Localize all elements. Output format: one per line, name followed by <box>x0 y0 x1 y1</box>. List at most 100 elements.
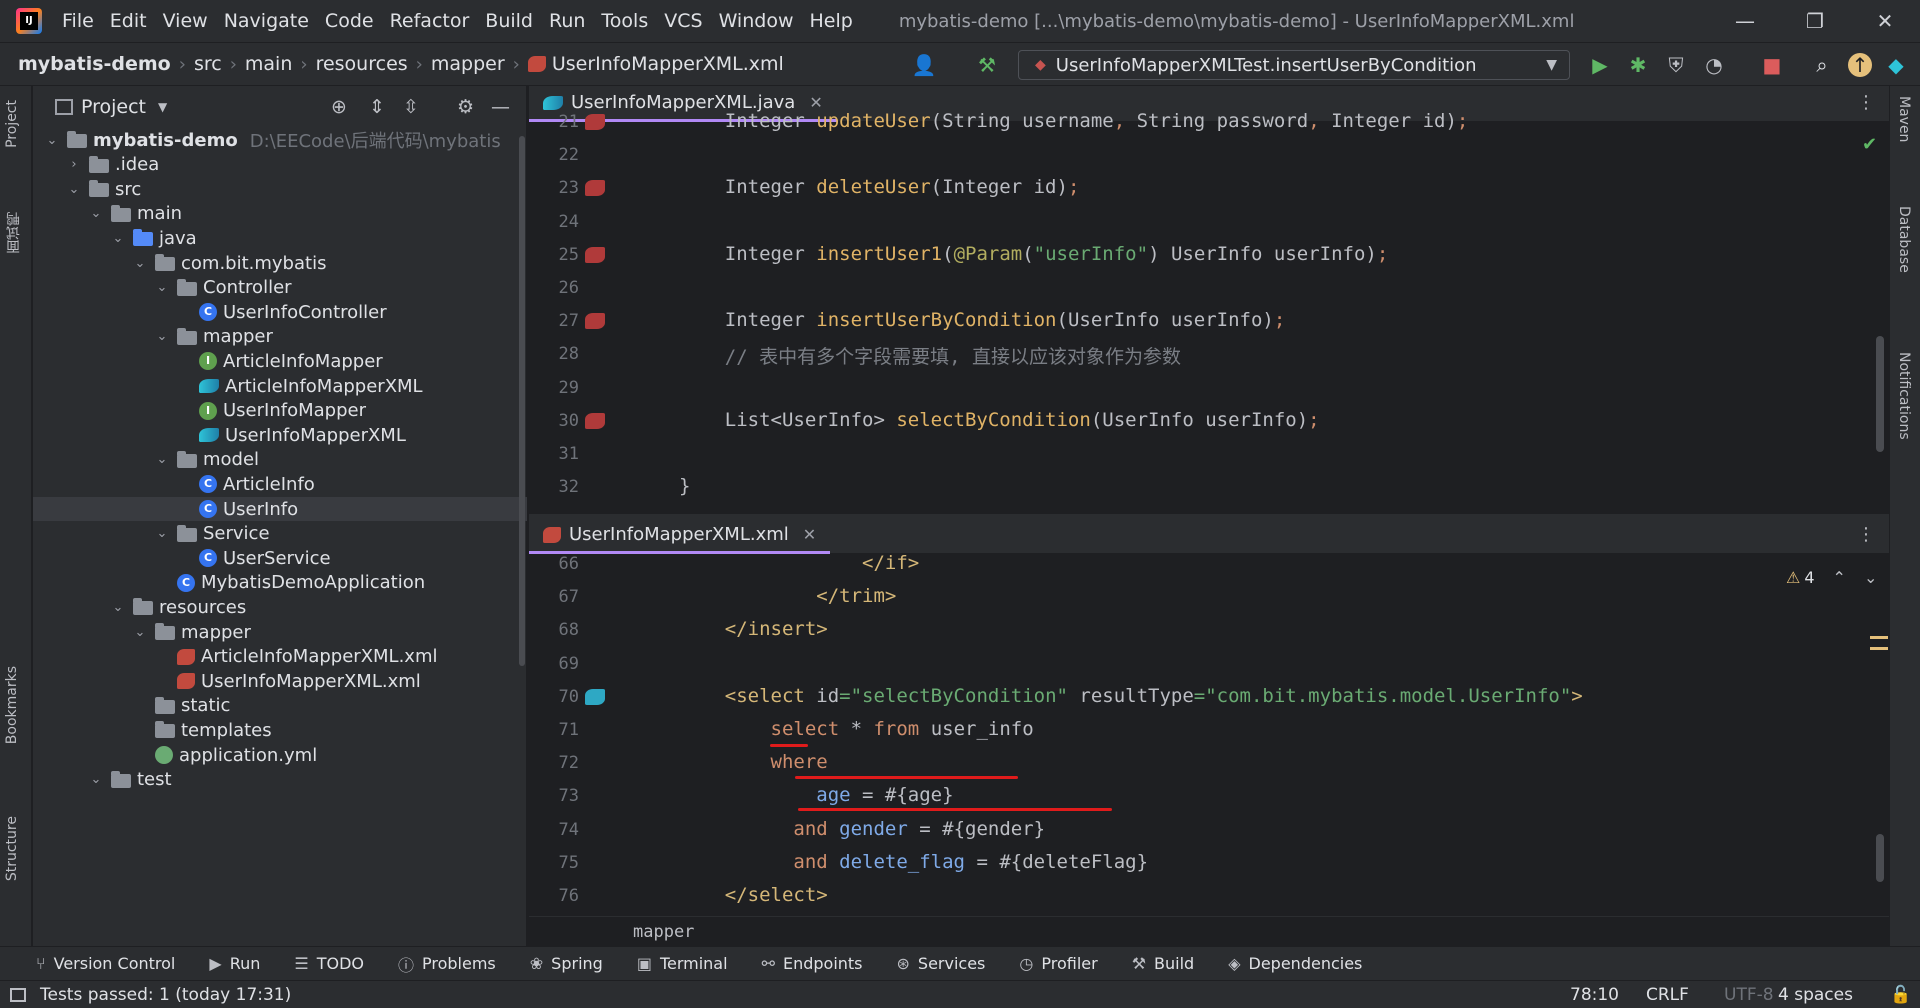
chevron-down-icon[interactable]: ⌄ <box>153 526 171 541</box>
chevron-up-icon[interactable]: ⌃ <box>1833 568 1846 587</box>
tree-node[interactable]: C UserInfo <box>33 497 527 521</box>
chevron-down-icon[interactable]: ⌄ <box>131 625 149 640</box>
chevron-down-icon[interactable]: ⌄ <box>43 133 61 148</box>
breadcrumb-item[interactable]: src <box>194 53 222 75</box>
menu-edit[interactable]: Edit <box>108 8 149 34</box>
breadcrumb-item[interactable]: resources <box>316 53 408 75</box>
line-separator[interactable]: CRLF <box>1646 985 1689 1005</box>
tree-node[interactable]: C UserInfoController <box>33 300 527 324</box>
hide-icon[interactable]: — <box>491 96 510 118</box>
tree-node[interactable]: ⌄ mapper <box>33 620 527 644</box>
bookmarks-tool-button[interactable]: Bookmarks <box>4 666 20 744</box>
chevron-down-icon[interactable]: ⌄ <box>153 280 171 295</box>
indent-setting[interactable]: 4 spaces <box>1778 985 1853 1005</box>
more-options-icon[interactable]: ⋮ <box>1857 524 1875 545</box>
tool-version-control[interactable]: ⑂ Version Control <box>36 954 175 973</box>
status-window-icon[interactable] <box>10 987 26 1002</box>
menu-build[interactable]: Build <box>483 8 535 34</box>
chevron-down-icon[interactable]: ⌄ <box>87 206 105 221</box>
locate-icon[interactable]: ⊕ <box>331 96 347 118</box>
chevron-down-icon[interactable]: ⌄ <box>109 231 127 246</box>
menu-code[interactable]: Code <box>323 8 376 34</box>
breadcrumb-item[interactable]: UserInfoMapperXML.xml <box>552 53 784 75</box>
user-icon[interactable]: 👤 <box>912 53 937 77</box>
tree-node[interactable]: UserInfoMapperXML <box>33 423 527 447</box>
mybatis-navigate-icon[interactable] <box>585 246 605 263</box>
build-hammer-icon[interactable]: ⚒ <box>975 53 999 77</box>
chevron-down-icon[interactable]: ⌄ <box>109 600 127 615</box>
chevron-down-icon[interactable]: ⌄ <box>1864 568 1877 587</box>
tool-services[interactable]: ⊛ Services <box>897 954 986 973</box>
stop-icon[interactable]: ■ <box>1760 53 1784 77</box>
menu-refactor[interactable]: Refactor <box>388 8 472 34</box>
top-editor-code[interactable]: Integer updateUser(String username, Stri… <box>649 110 1879 514</box>
chevron-down-icon[interactable]: ⌄ <box>153 452 171 467</box>
mybatis-navigate-icon[interactable] <box>585 688 605 705</box>
update-icon[interactable]: ↑ <box>1848 53 1872 77</box>
database-tool-button[interactable]: Database <box>1896 206 1912 273</box>
cn-tool-button[interactable]: 面试鸭 <box>4 212 24 254</box>
project-scrollbar[interactable] <box>519 136 525 666</box>
collapse-all-icon[interactable]: ⇳ <box>403 96 419 118</box>
breadcrumb-item[interactable]: mybatis-demo <box>18 53 171 75</box>
jetbrains-ai-icon[interactable]: ◆ <box>1884 53 1908 77</box>
tree-node[interactable]: ⌄ resources <box>33 595 527 619</box>
tool-spring[interactable]: ❀ Spring <box>530 954 603 973</box>
menu-help[interactable]: Help <box>807 8 854 34</box>
tool-endpoints[interactable]: ⚯ Endpoints <box>762 954 863 973</box>
breadcrumb-item[interactable]: mapper <box>431 53 505 75</box>
profile-icon[interactable]: ◔ <box>1702 53 1726 77</box>
tree-node[interactable]: templates <box>33 718 527 742</box>
tool-dependencies[interactable]: ◈ Dependencies <box>1228 954 1362 973</box>
tool-todo[interactable]: ☰ TODO <box>294 954 364 973</box>
tree-node[interactable]: ArticleInfoMapperXML <box>33 374 527 398</box>
debug-icon[interactable]: ✱ <box>1626 53 1650 77</box>
tree-node[interactable]: application.yml <box>33 743 527 767</box>
tree-node[interactable]: ⌄ Controller <box>33 276 527 300</box>
tool-run[interactable]: ▶ Run <box>209 954 260 973</box>
bottom-editor-code[interactable]: </if> </trim> </insert> <select id="sele… <box>649 552 1879 916</box>
menu-run[interactable]: Run <box>547 8 587 34</box>
tree-node[interactable]: ⌄ Service <box>33 522 527 546</box>
tab-userinfomapperxml-xml[interactable]: UserInfoMapperXML.xml ✕ <box>529 518 831 554</box>
caret-position[interactable]: 78:10 <box>1570 985 1619 1005</box>
tree-node[interactable]: C ArticleInfo <box>33 472 527 496</box>
menu-view[interactable]: View <box>161 8 210 34</box>
menu-navigate[interactable]: Navigate <box>222 8 311 34</box>
chevron-down-icon[interactable]: ⌄ <box>131 256 149 271</box>
notifications-tool-button[interactable]: Notifications <box>1896 352 1912 440</box>
tree-node[interactable]: ⌄ src <box>33 177 527 201</box>
tool-problems[interactable]: ⓘ Problems <box>398 952 496 976</box>
warning-stripe-icon[interactable] <box>1870 636 1888 650</box>
tree-node[interactable]: I UserInfoMapper <box>33 399 527 423</box>
xml-breadcrumb[interactable]: mapper <box>529 916 1889 946</box>
menu-window[interactable]: Window <box>717 8 796 34</box>
tree-node[interactable]: ⌄ test <box>33 768 527 792</box>
search-icon[interactable]: ⌕ <box>1810 53 1834 77</box>
close-tab-icon[interactable]: ✕ <box>803 525 816 544</box>
status-message[interactable]: Tests passed: 1 (today 17:31) <box>40 985 291 1005</box>
structure-tool-button[interactable]: Structure <box>4 816 20 881</box>
tree-node[interactable]: C UserService <box>33 546 527 570</box>
tree-node[interactable]: ArticleInfoMapperXML.xml <box>33 645 527 669</box>
run-icon[interactable]: ▶ <box>1588 53 1612 77</box>
expand-all-icon[interactable]: ⇕ <box>369 96 385 118</box>
tree-node[interactable]: C MybatisDemoApplication <box>33 571 527 595</box>
menu-vcs[interactable]: VCS <box>662 8 704 34</box>
file-encoding[interactable]: UTF-8 <box>1724 985 1774 1005</box>
mybatis-navigate-icon[interactable] <box>585 180 605 197</box>
tree-node[interactable]: static <box>33 694 527 718</box>
tool-terminal[interactable]: ▣ Terminal <box>637 954 728 973</box>
gear-icon[interactable]: ⚙ <box>457 96 474 118</box>
tree-node[interactable]: ⌄ java <box>33 226 527 250</box>
minimize-icon[interactable]: — <box>1710 0 1780 42</box>
xml-breadcrumb-item[interactable]: mapper <box>633 922 694 942</box>
project-tool-button[interactable]: Project <box>4 100 20 148</box>
tree-node[interactable]: ⌄ model <box>33 448 527 472</box>
chevron-down-icon[interactable]: ⌄ <box>87 772 105 787</box>
menu-tools[interactable]: Tools <box>599 8 650 34</box>
mybatis-navigate-icon[interactable] <box>585 412 605 429</box>
tree-node[interactable]: I ArticleInfoMapper <box>33 349 527 373</box>
run-configuration-select[interactable]: ◆ UserInfoMapperXMLTest.insertUserByCond… <box>1018 50 1570 80</box>
mybatis-navigate-icon[interactable] <box>585 313 605 330</box>
